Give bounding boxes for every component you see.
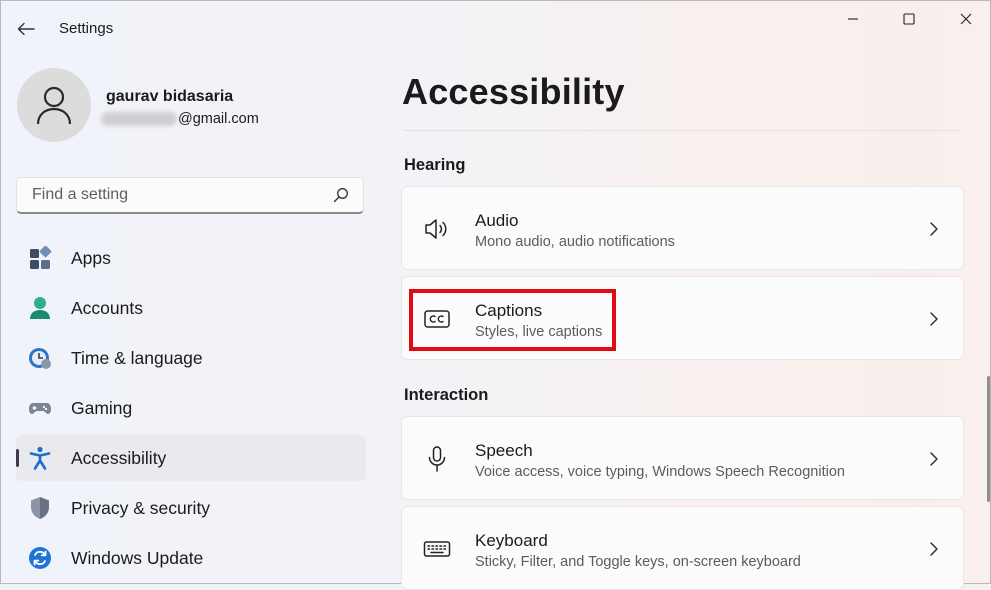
microphone-icon: [428, 446, 446, 472]
sidebar-item-label: Accounts: [71, 298, 143, 318]
windows-update-icon: [29, 547, 51, 569]
card-subtitle: Sticky, Filter, and Toggle keys, on-scre…: [475, 554, 801, 570]
accounts-icon: [30, 297, 50, 319]
sidebar-item-time-language[interactable]: Time & language: [16, 335, 366, 381]
title-bar: Settings: [1, 1, 991, 57]
sidebar-item-accessibility[interactable]: Accessibility: [16, 435, 366, 481]
accessibility-icon: [29, 446, 51, 470]
chevron-right-icon: [930, 452, 938, 466]
chevron-right-icon: [930, 542, 938, 556]
page-title: Accessibility: [402, 71, 625, 112]
maximize-button[interactable]: [889, 7, 929, 31]
sidebar-item-label: Apps: [71, 248, 111, 268]
back-button[interactable]: [15, 18, 37, 40]
highlight-box: [409, 289, 616, 351]
app-title: Settings: [59, 20, 114, 37]
user-email: @gmail.com: [101, 109, 259, 129]
card-title: Audio: [475, 211, 519, 230]
search-icon[interactable]: [333, 187, 349, 203]
time-language-icon: [29, 348, 51, 369]
chevron-right-icon: [930, 312, 938, 326]
sidebar-item-gaming[interactable]: Gaming: [16, 385, 366, 431]
active-indicator: [16, 449, 19, 467]
user-icon: [36, 86, 72, 125]
section-header-interaction: Interaction: [404, 386, 489, 404]
minimize-icon: [848, 18, 858, 20]
sidebar-nav: Apps Accounts Time & language Gaming Acc…: [16, 235, 366, 585]
setting-card-captions[interactable]: Captions Styles, live captions: [401, 276, 964, 360]
speaker-icon: [425, 219, 447, 239]
scrollbar-thumb[interactable]: [987, 376, 990, 502]
sidebar-item-label: Time & language: [71, 348, 203, 368]
keyboard-icon: [423, 541, 451, 557]
apps-icon: [30, 246, 52, 269]
close-icon: [960, 13, 972, 25]
sidebar-item-apps[interactable]: Apps: [16, 235, 366, 281]
sidebar-item-label: Gaming: [71, 398, 133, 418]
header-divider: [403, 130, 961, 131]
card-subtitle: Voice access, voice typing, Windows Spee…: [475, 464, 845, 480]
setting-card-speech[interactable]: Speech Voice access, voice typing, Windo…: [401, 416, 964, 500]
search-box[interactable]: [16, 177, 364, 214]
maximize-icon: [903, 13, 915, 25]
sidebar-item-label: Privacy & security: [71, 498, 211, 518]
setting-card-audio[interactable]: Audio Mono audio, audio notifications: [401, 186, 964, 270]
section-header-hearing: Hearing: [404, 156, 466, 174]
avatar[interactable]: [17, 68, 91, 142]
card-title: Keyboard: [475, 531, 548, 550]
sidebar-item-label: Windows Update: [71, 548, 204, 568]
sidebar-item-accounts[interactable]: Accounts: [16, 285, 366, 331]
email-redaction: [101, 112, 177, 126]
user-name: gaurav bidasaria: [106, 88, 234, 105]
back-arrow-icon: [17, 22, 35, 36]
sidebar-item-label: Accessibility: [71, 448, 167, 468]
email-domain: @gmail.com: [178, 111, 259, 127]
sidebar-item-privacy-security[interactable]: Privacy & security: [16, 485, 366, 531]
card-subtitle: Mono audio, audio notifications: [475, 234, 675, 250]
shield-icon: [31, 497, 49, 519]
sidebar-item-windows-update[interactable]: Windows Update: [16, 535, 366, 581]
setting-card-keyboard[interactable]: Keyboard Sticky, Filter, and Toggle keys…: [401, 506, 964, 590]
gaming-icon: [29, 403, 51, 414]
card-title: Speech: [475, 441, 533, 460]
close-button[interactable]: [946, 7, 986, 31]
chevron-right-icon: [930, 222, 938, 236]
minimize-button[interactable]: [833, 7, 873, 31]
search-input[interactable]: [30, 185, 324, 205]
